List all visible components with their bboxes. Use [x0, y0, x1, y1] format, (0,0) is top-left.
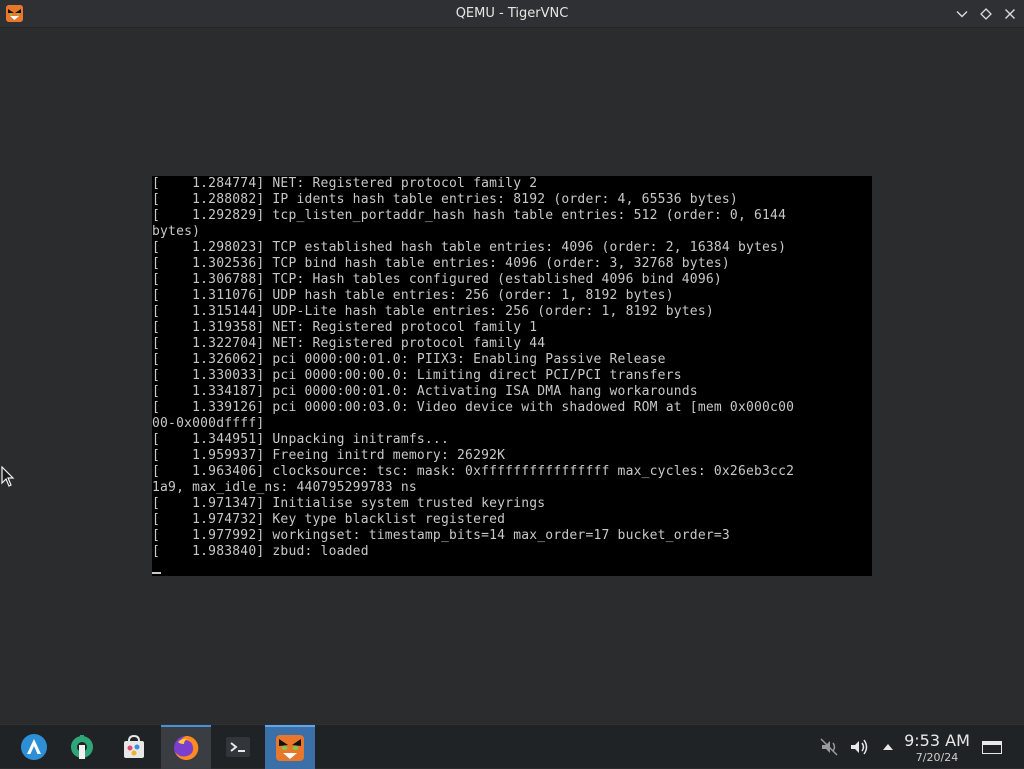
window-title: QEMU - TigerVNC: [455, 6, 569, 21]
mouse-pointer-icon: [1, 465, 15, 492]
system-settings-icon[interactable]: [57, 725, 107, 769]
volume-icon[interactable]: [849, 737, 869, 757]
taskbar: 9:53 AM 7/20/24: [0, 724, 1024, 769]
discover-store-icon[interactable]: [109, 725, 159, 769]
expand-tray-icon[interactable]: [878, 737, 898, 757]
clock-date[interactable]: 7/20/24: [900, 751, 974, 764]
terminal-icon[interactable]: [213, 725, 263, 769]
tigervnc-icon[interactable]: [265, 725, 315, 769]
text-cursor: [152, 572, 161, 574]
boot-log: [ 1.284774] NET: Registered protocol fam…: [152, 176, 795, 559]
clock-time[interactable]: 9:53 AM: [900, 731, 974, 750]
maximize-icon[interactable]: [976, 4, 996, 24]
show-desktop-icon[interactable]: [981, 737, 1003, 757]
firefox-icon[interactable]: [161, 725, 211, 769]
muted-network-icon[interactable]: [819, 737, 839, 757]
minimize-icon[interactable]: [952, 4, 972, 24]
window-titlebar[interactable]: QEMU - TigerVNC: [0, 0, 1024, 28]
application-launcher-icon[interactable]: [9, 725, 59, 769]
qemu-console[interactable]: [ 1.284774] NET: Registered protocol fam…: [152, 176, 872, 576]
close-icon[interactable]: [1000, 4, 1020, 24]
